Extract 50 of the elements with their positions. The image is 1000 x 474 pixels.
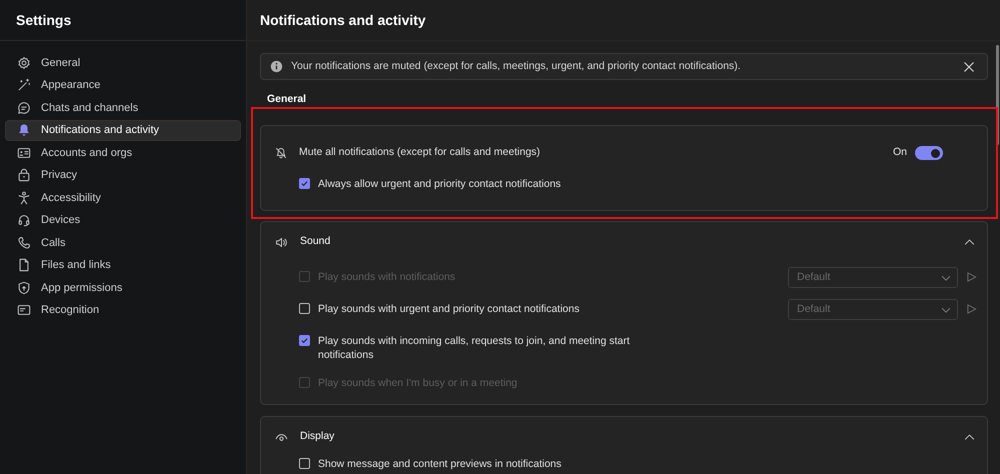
checkbox[interactable] bbox=[299, 303, 310, 314]
sidebar-item[interactable]: Notifications and activity bbox=[5, 120, 241, 141]
toggle-switch[interactable] bbox=[915, 146, 943, 160]
sidebar-title: Settings bbox=[16, 10, 72, 30]
section-title: Sound bbox=[300, 234, 332, 250]
play-button[interactable] bbox=[966, 303, 977, 315]
setting-label: Mute all notifications (except for calls and meetings) bbox=[299, 145, 542, 160]
sidebar-item[interactable]: General bbox=[5, 52, 241, 74]
sidebar-item[interactable]: Devices bbox=[5, 210, 241, 231]
checkbox-label: Show message and content previews in notifications bbox=[318, 457, 562, 471]
sidebar-item[interactable]: Privacy bbox=[5, 164, 241, 186]
sidebar-item[interactable]: Accounts and orgs bbox=[5, 142, 241, 164]
info-icon bbox=[270, 60, 283, 73]
shield-icon bbox=[17, 280, 31, 295]
banner-text: Your notifications are muted (except for calls, meetings, urgent, and priority contact notifications). bbox=[291, 58, 742, 74]
sidebar-item[interactable]: Chats and channels bbox=[5, 97, 241, 118]
bell-icon bbox=[17, 123, 31, 138]
panel-icon bbox=[17, 303, 31, 318]
checkbox[interactable] bbox=[299, 178, 310, 189]
checkbox[interactable] bbox=[299, 335, 310, 346]
file-icon bbox=[17, 258, 31, 272]
sidebar-item[interactable]: Files and links bbox=[5, 254, 241, 276]
chat-bubble-icon bbox=[17, 100, 31, 115]
checkbox[interactable] bbox=[299, 458, 310, 469]
sidebar-item[interactable]: Appearance bbox=[5, 74, 241, 96]
checkbox-label: Play sounds with incoming calls, requests to join, and meeting start notifications bbox=[318, 334, 631, 362]
toggle-state-label: On bbox=[892, 145, 907, 160]
page-title: Notifications and activity bbox=[260, 10, 426, 30]
section-heading: General bbox=[266, 92, 308, 106]
gear-icon bbox=[17, 56, 31, 70]
sidebar-item[interactable]: Calls bbox=[5, 232, 241, 254]
close-button[interactable] bbox=[963, 60, 975, 72]
sidebar-item[interactable]: Accessibility bbox=[5, 187, 241, 208]
speaker-icon bbox=[275, 236, 288, 248]
play-button[interactable] bbox=[966, 271, 977, 283]
checkbox-label: Always allow urgent and priority contact notifications bbox=[318, 176, 561, 191]
wand-icon bbox=[17, 78, 31, 92]
sidebar-item[interactable]: App permissions bbox=[5, 277, 241, 298]
section-title: Display bbox=[300, 429, 336, 444]
checkbox-label: Play sounds with notifications bbox=[318, 270, 456, 284]
accessibility-icon bbox=[17, 190, 31, 205]
lock-icon bbox=[17, 168, 31, 182]
id-card-icon bbox=[17, 146, 31, 160]
scrollbar-thumb[interactable] bbox=[996, 45, 999, 145]
checkbox-label: Play sounds with urgent and priority contact notifications bbox=[318, 302, 580, 316]
bell-off-icon bbox=[275, 147, 287, 159]
headset-icon bbox=[17, 213, 31, 228]
phone-icon bbox=[17, 236, 31, 250]
checkbox-label: Play sounds when I'm busy or in a meeting bbox=[318, 376, 518, 390]
sidebar-item[interactable]: Recognition bbox=[5, 300, 241, 321]
